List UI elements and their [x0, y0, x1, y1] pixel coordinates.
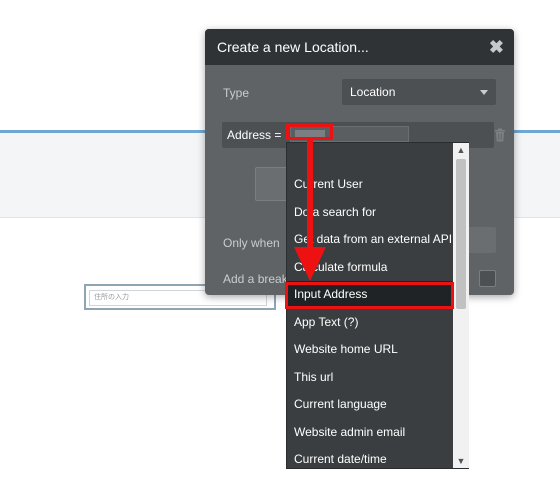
address-field-label: Address =	[227, 128, 282, 142]
dropdown-item[interactable]: Website home URL	[287, 336, 452, 364]
dropdown-item[interactable]: Current date/time	[287, 446, 452, 474]
scroll-up-icon[interactable]: ▲	[453, 143, 469, 157]
close-icon[interactable]: ✖	[489, 37, 504, 58]
dropdown-item[interactable]: Website admin email	[287, 419, 452, 447]
highlight-selected-item	[285, 282, 454, 309]
chevron-down-icon	[480, 89, 488, 95]
type-select-value: Location	[350, 85, 396, 99]
breakpoint-label: Add a breako	[223, 272, 295, 286]
dropdown-item[interactable]: Current language	[287, 391, 452, 419]
dropdown-scrollbar[interactable]: ▲ ▼	[453, 143, 469, 468]
dropdown-item[interactable]: This url	[287, 364, 452, 392]
only-when-label: Only when	[223, 236, 280, 250]
panel-header: Create a new Location... ✖	[205, 29, 514, 65]
type-select[interactable]: Location	[342, 79, 496, 105]
breakpoint-checkbox[interactable]	[479, 270, 496, 287]
trash-icon[interactable]	[494, 128, 506, 142]
dropdown-item[interactable]: App Text (?)	[287, 309, 452, 337]
red-arrow-icon	[294, 137, 326, 281]
scrollbar-thumb[interactable]	[456, 159, 466, 309]
scroll-down-icon[interactable]: ▼	[453, 454, 469, 468]
panel-title: Create a new Location...	[217, 39, 369, 55]
type-label: Type	[223, 86, 250, 100]
